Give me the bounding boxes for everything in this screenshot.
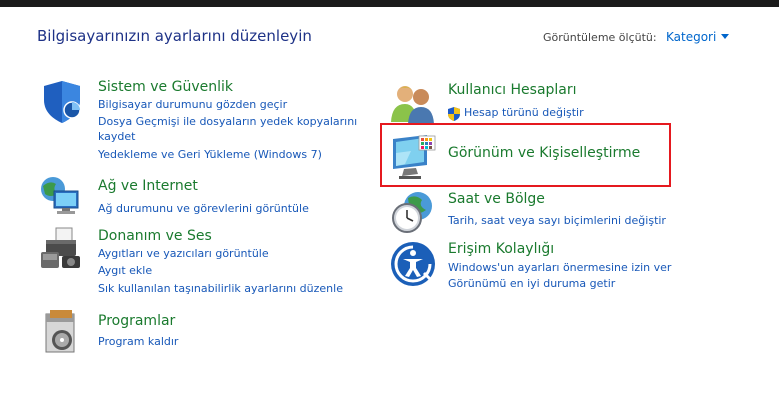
category-clock-region[interactable]: Saat ve Bölge [448,191,545,207]
link-add-device[interactable]: Aygıt ekle [98,263,152,279]
chevron-down-icon [721,34,730,39]
link-change-date-time-formats[interactable]: Tarih, saat veya sayı biçimlerini değişt… [448,213,666,229]
printer-icon[interactable] [38,226,82,270]
link-file-history[interactable]: Dosya Geçmişi ile dosyaların yedek kopya… [98,114,357,130]
category-programs[interactable]: Programlar [98,313,175,329]
network-globe-icon[interactable] [38,174,82,218]
link-let-windows-suggest[interactable]: Windows'un ayarları önermesine izin ver [448,260,671,276]
users-icon[interactable] [390,82,434,126]
link-check-computer-status[interactable]: Bilgisayar durumunu gözden geçir [98,97,287,113]
programs-box-icon[interactable] [40,308,84,353]
shield-icon[interactable] [40,80,84,124]
link-optimize-display[interactable]: Görünümü en iyi duruma getir [448,276,615,292]
link-backup-restore[interactable]: Yedekleme ve Geri Yükleme (Windows 7) [98,147,322,163]
view-by-dropdown[interactable]: Kategori [666,30,730,44]
view-by-value: Kategori [666,30,717,44]
clock-globe-icon[interactable] [390,190,434,234]
page-title: Bilgisayarınızın ayarlarını düzenleyin [37,27,312,45]
view-by-label: Görüntüleme ölçütü: [543,31,657,44]
link-file-history-cont[interactable]: kaydet [98,129,136,145]
category-system-security[interactable]: Sistem ve Güvenlik [98,79,233,95]
link-view-devices-printers[interactable]: Aygıtları ve yazıcıları görüntüle [98,246,269,262]
category-network-internet[interactable]: Ağ ve Internet [98,178,198,194]
link-mobility-settings[interactable]: Sık kullanılan taşınabilirlik ayarlarını… [98,281,343,297]
category-user-accounts[interactable]: Kullanıcı Hesapları [448,82,577,98]
link-network-status[interactable]: Ağ durumunu ve görevlerini görüntüle [98,201,309,217]
ease-of-access-icon[interactable] [390,241,435,286]
uac-shield-icon [447,106,461,121]
highlight-box [380,123,671,187]
window-top-bar [0,0,779,7]
link-uninstall-program[interactable]: Program kaldır [98,334,178,350]
category-ease-of-access[interactable]: Erişim Kolaylığı [448,241,554,257]
link-change-account-type[interactable]: Hesap türünü değiştir [464,105,584,121]
category-hardware-sound[interactable]: Donanım ve Ses [98,228,212,244]
